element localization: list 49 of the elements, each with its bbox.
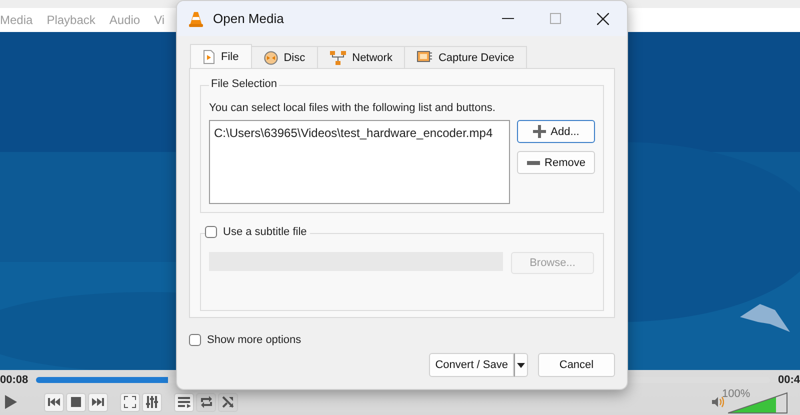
equalizer-button[interactable] xyxy=(142,392,162,412)
total-time: 00:4 xyxy=(778,374,800,386)
plus-icon xyxy=(532,125,546,138)
show-more-checkbox[interactable] xyxy=(189,334,201,346)
group-title: File Selection xyxy=(209,78,280,90)
cone-icon xyxy=(189,10,203,26)
elapsed-time: 00:08 xyxy=(0,374,28,386)
subtitle-checkbox[interactable] xyxy=(205,226,217,238)
previous-icon xyxy=(48,397,60,407)
tab[interactable]: Network xyxy=(317,46,406,68)
add-button[interactable]: Add... xyxy=(517,120,595,143)
sliders-icon xyxy=(146,396,158,408)
checkbox-label: Show more options xyxy=(207,334,302,346)
shuffle-button[interactable] xyxy=(218,392,238,412)
network-icon xyxy=(330,50,346,64)
playlist-icon xyxy=(178,396,190,408)
loop-icon xyxy=(200,396,212,408)
stop-button[interactable] xyxy=(66,392,86,412)
file-item[interactable]: C:\Users\63965\Videos\test_hardware_encoder.mp4 xyxy=(214,126,493,140)
tab[interactable]: Disc xyxy=(250,46,318,68)
file-icon xyxy=(203,50,215,64)
dropdown-button[interactable] xyxy=(514,353,528,377)
checkbox-label: Use a subtitle file xyxy=(223,226,307,238)
next-button[interactable] xyxy=(88,392,108,412)
playlist-button[interactable] xyxy=(174,392,194,412)
caret-icon xyxy=(517,362,525,368)
volume-reading: 100% xyxy=(722,388,750,400)
capture-card-icon xyxy=(417,51,432,64)
file-list[interactable]: C:\Users\63965\Videos\test_hardware_encoder.mp4 xyxy=(209,120,510,204)
hint-text: You can select local files with the following list and buttons. xyxy=(209,102,496,114)
remove-button[interactable]: Remove xyxy=(517,151,595,174)
speaker-icon[interactable] xyxy=(712,396,724,408)
next-icon xyxy=(92,397,104,407)
stop-icon xyxy=(71,397,81,407)
disc-icon xyxy=(264,50,278,64)
shuffle-icon xyxy=(222,396,234,408)
loop-button[interactable] xyxy=(196,392,216,412)
convert-save-button[interactable]: Convert / Save xyxy=(429,353,514,377)
previous-button[interactable] xyxy=(44,392,64,412)
minus-icon xyxy=(526,160,540,164)
window-title: Open Media xyxy=(213,11,284,26)
tab[interactable]: File xyxy=(190,44,252,68)
fullscreen-icon xyxy=(124,396,136,408)
minimize-icon[interactable] xyxy=(502,18,514,20)
fullscreen-button[interactable] xyxy=(120,392,140,412)
play-icon xyxy=(4,394,18,410)
cancel-button[interactable]: Cancel xyxy=(538,353,615,377)
close-icon[interactable] xyxy=(597,12,609,24)
tab[interactable]: Capture Device xyxy=(404,46,528,68)
